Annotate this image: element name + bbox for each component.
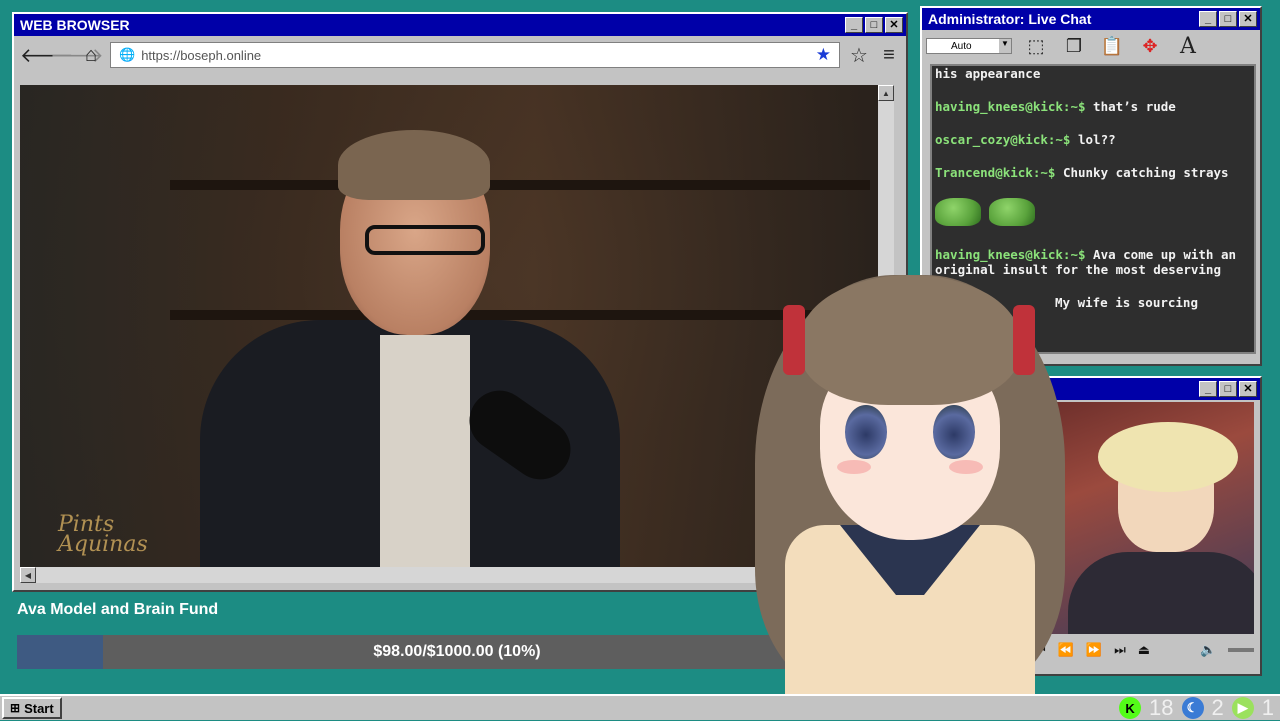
font-size-select[interactable]: Auto ▼ xyxy=(926,38,1012,54)
pepe-emote-icon xyxy=(989,198,1035,226)
chat-message: oscar_cozy@kick:~$ lol?? xyxy=(935,132,1116,147)
chat-titlebar[interactable]: Administrator: Live Chat _ □ ✕ xyxy=(922,8,1260,30)
chat-toolbar: Auto ▼ ⬚ ❐ 📋 ✥ A xyxy=(922,30,1260,62)
minimize-button[interactable]: _ xyxy=(1199,381,1217,397)
tray-count: 2 xyxy=(1211,695,1224,720)
bookmark-star-filled-icon[interactable]: ★ xyxy=(816,45,831,65)
chat-message: having_knees@kick:~$ that’s rude xyxy=(935,99,1176,114)
tray-count: 1 xyxy=(1261,695,1274,720)
character-hair xyxy=(1098,422,1238,492)
paste-icon[interactable]: 📋 xyxy=(1098,33,1126,59)
start-button[interactable]: ⊞ Start xyxy=(2,697,62,719)
url-text: https://boseph.online xyxy=(141,47,262,63)
fund-title: Ava Model and Brain Fund xyxy=(17,601,219,618)
person-hair xyxy=(338,130,490,200)
avatar-hair-ribbon xyxy=(1013,305,1035,375)
volume-icon[interactable]: 🔈 xyxy=(1200,642,1216,658)
close-button[interactable]: ✕ xyxy=(885,17,903,33)
menu-hamburger-icon[interactable]: ≡ xyxy=(878,44,900,67)
scroll-left-arrow-icon[interactable]: ◀ xyxy=(20,567,36,583)
tray-count: 18 xyxy=(1149,695,1174,720)
minimize-button[interactable]: _ xyxy=(1199,11,1217,27)
system-tray: K 18 ☾ 2 ▶ 1 xyxy=(1119,695,1274,720)
chat-emotes xyxy=(935,198,1254,229)
chat-message: his appearance xyxy=(935,66,1041,81)
taskbar: ⊞ Start K 18 ☾ 2 ▶ 1 xyxy=(0,694,1280,720)
minimize-button[interactable]: _ xyxy=(845,17,863,33)
maximize-button[interactable]: □ xyxy=(1219,11,1237,27)
close-button[interactable]: ✕ xyxy=(1239,11,1257,27)
globe-icon: 🌐 xyxy=(119,47,136,62)
avatar-blush xyxy=(837,460,871,474)
copy-icon[interactable]: ❐ xyxy=(1060,33,1088,59)
browser-titlebar[interactable]: WEB BROWSER _ □ ✕ xyxy=(14,14,906,36)
pepe-emote-icon xyxy=(935,198,981,226)
chat-title: Administrator: Live Chat xyxy=(928,11,1092,27)
avatar-blush xyxy=(949,460,983,474)
browser-toolbar: 🡐 🡒 ⌂ 🌐 https://boseph.online ★ ☆ ≡ xyxy=(14,36,906,74)
close-button[interactable]: ✕ xyxy=(1239,381,1257,397)
maximize-button[interactable]: □ xyxy=(865,17,883,33)
kick-logo-icon[interactable]: K xyxy=(1119,697,1142,719)
play-icon[interactable]: ▶ xyxy=(1231,697,1254,719)
scroll-up-arrow-icon[interactable]: ▲ xyxy=(878,85,894,101)
forward-arrow-icon[interactable]: 🡒 xyxy=(50,43,104,68)
font-icon[interactable]: A xyxy=(1174,33,1202,59)
move-icon[interactable]: ✥ xyxy=(1136,33,1164,59)
volume-slider[interactable] xyxy=(1228,648,1254,652)
moon-icon[interactable]: ☾ xyxy=(1181,697,1204,719)
select-marquee-icon[interactable]: ⬚ xyxy=(1022,33,1050,59)
back-arrow-icon[interactable]: 🡐 xyxy=(20,43,74,68)
eject-icon[interactable]: ⏏ xyxy=(1138,642,1150,658)
avatar-bangs xyxy=(800,275,1020,405)
chat-username: oscar_cozy@kick:~$ xyxy=(935,132,1071,147)
chevron-down-icon: ▼ xyxy=(999,39,1011,53)
person-shirt xyxy=(380,335,470,567)
avatar-hair-ribbon xyxy=(783,305,805,375)
maximize-button[interactable]: □ xyxy=(1219,381,1237,397)
vtuber-avatar xyxy=(745,255,1075,720)
chat-username: having_knees@kick:~$ xyxy=(935,99,1086,114)
person-glasses xyxy=(365,225,485,255)
home-icon[interactable]: ⌂ xyxy=(80,44,102,67)
windows-logo-icon: ⊞ xyxy=(10,701,21,715)
browser-title: WEB BROWSER xyxy=(20,17,130,33)
address-bar[interactable]: 🌐 https://boseph.online ★ xyxy=(110,42,840,68)
chat-username: Trancend@kick:~$ xyxy=(935,165,1056,180)
shelf-plank xyxy=(170,180,870,190)
chat-message: Trancend@kick:~$ Chunky catching strays xyxy=(935,165,1229,180)
video-watermark-logo: Pints Aquinas xyxy=(58,512,148,557)
character-body xyxy=(1068,552,1254,634)
fast-forward-icon[interactable]: ⏩ xyxy=(1086,642,1102,658)
skip-forward-icon[interactable]: ⏭ xyxy=(1114,642,1126,658)
favorites-star-icon[interactable]: ☆ xyxy=(848,43,870,68)
avatar-eye xyxy=(933,405,975,459)
avatar-eye xyxy=(845,405,887,459)
